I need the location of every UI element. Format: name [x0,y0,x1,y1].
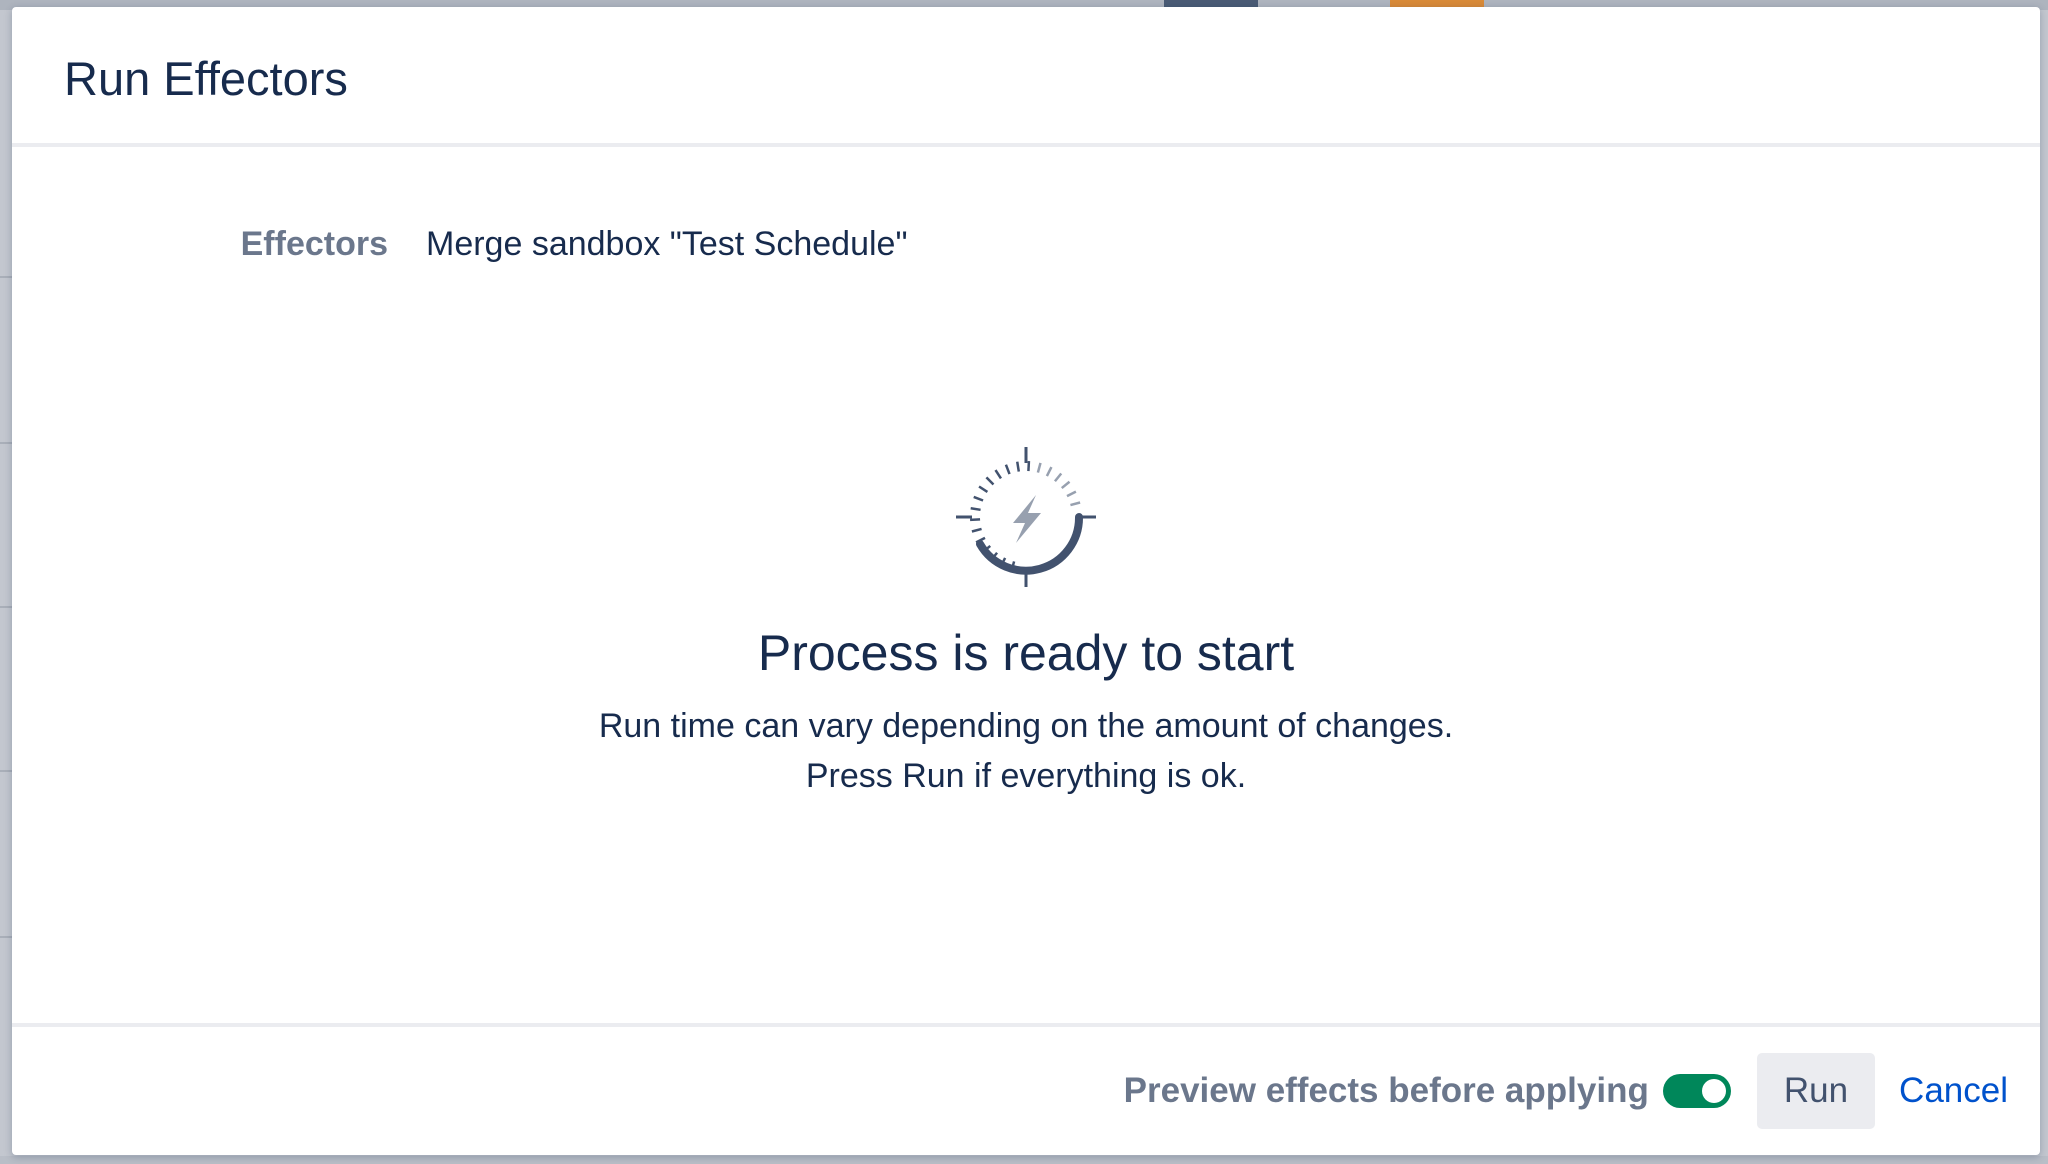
status-description-line: Run time can vary depending on the amoun… [598,707,1454,745]
background-divider [0,606,12,608]
timer-tick [1060,480,1071,490]
dialog-header: Run Effectors [12,7,2040,147]
dialog-title: Run Effectors [64,52,348,105]
timer-tick [1016,461,1021,472]
status-description: Run time can vary depending on the amoun… [12,701,2040,801]
run-button[interactable]: Run [1756,1053,1876,1129]
background-footer [0,1156,2048,1164]
status-panel: Process is ready to start Run time can v… [12,447,2040,801]
timer-tick [1070,501,1081,507]
effectors-field-row: Effectors Merge sandbox "Test Schedule" [12,217,2040,277]
timer-tick [1066,490,1077,498]
preview-effects-label: Preview effects before applying [1123,1071,1649,1110]
timer-tick [985,476,995,486]
background-divider [0,442,12,444]
timer-tick [970,507,981,512]
timer-tick [973,495,984,502]
toggle-knob [1701,1079,1726,1103]
cancel-button[interactable]: Cancel [1891,1053,2016,1129]
background-divider [0,276,12,278]
status-description-line: Press Run if everything is ok. [805,757,1247,795]
timer-lightning-icon [956,447,1096,587]
effectors-label: Effectors [240,225,388,263]
timer-tick [978,485,989,493]
footer-actions: Preview effects before applying Run Canc… [1124,1053,2016,1129]
timer-tick [1004,464,1011,475]
background-divider [0,936,12,938]
timer-tick [994,469,1002,480]
effectors-value: Merge sandbox "Test Schedule" [426,225,908,263]
timer-tick [970,518,981,522]
run-effectors-dialog: Run Effectors Effectors Merge sandbox "T… [12,7,2040,1155]
timer-tick [1027,461,1031,472]
timer-tick [1036,462,1042,473]
preview-effects-toggle[interactable] [1662,1074,1731,1108]
status-title: Process is ready to start [757,625,1295,681]
timer-tick [1053,472,1063,483]
background-divider [0,770,12,772]
dialog-footer: Preview effects before applying Run Canc… [12,1023,2040,1155]
lightning-bolt [1013,495,1041,543]
timer-tick [1045,466,1053,477]
timer-tick [971,527,982,533]
